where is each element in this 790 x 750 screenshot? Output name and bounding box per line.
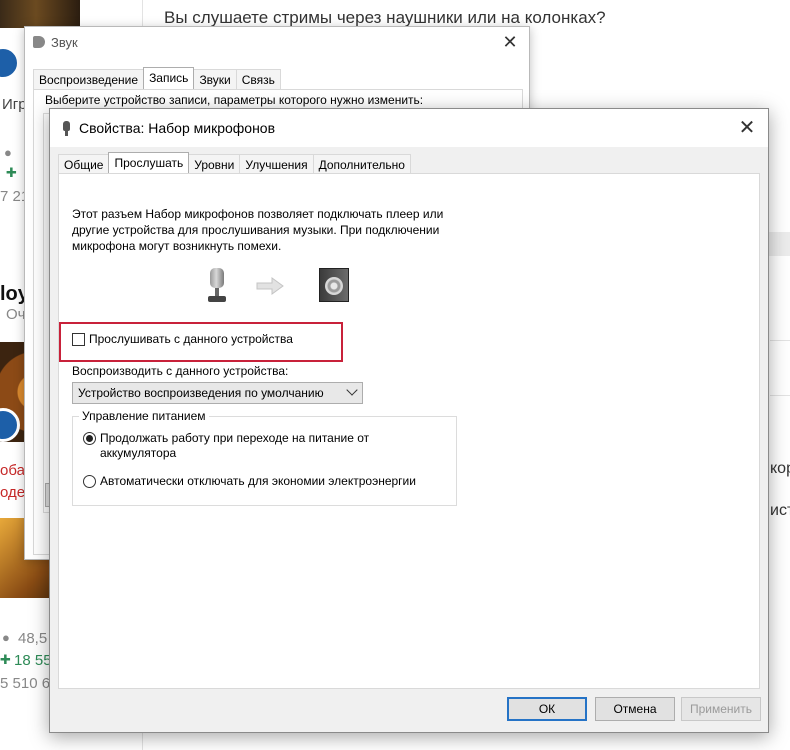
props-titlebar[interactable]: Свойства: Набор микрофонов ✕ <box>50 109 768 147</box>
close-icon[interactable]: ✕ <box>497 29 523 55</box>
listen-checkbox[interactable] <box>72 332 85 346</box>
feed-subtitle: Оч <box>6 306 26 323</box>
recording-hint: Выберите устройство записи, параметры ко… <box>45 93 424 107</box>
speaker-icon <box>33 36 45 48</box>
tab-recording[interactable]: Запись <box>143 67 195 90</box>
power-management-group: Управление питанием Продолжать работу пр… <box>72 409 457 506</box>
power-management-title: Управление питанием <box>79 409 209 423</box>
row-divider <box>770 395 790 396</box>
feed-text: ист <box>770 502 790 519</box>
sound-title: Звук <box>51 34 78 50</box>
stream-thumbnail[interactable] <box>0 0 80 28</box>
radio-button[interactable] <box>83 432 96 445</box>
listen-illustration <box>197 268 357 308</box>
radio-auto-disable[interactable]: Автоматически отключать для экономии эле… <box>83 474 443 489</box>
feed-text: кор <box>770 460 790 477</box>
radio-button[interactable] <box>83 475 96 488</box>
chevron-down-icon <box>346 384 358 396</box>
comment-icon: ● <box>4 145 12 160</box>
feed-text: Игр <box>2 96 27 113</box>
avatar[interactable] <box>0 46 20 80</box>
listen-checkbox-label[interactable]: Прослушивать с данного устройства <box>89 332 293 346</box>
feed-tag[interactable]: оба <box>0 462 25 479</box>
microphone-icon <box>62 120 71 136</box>
playback-device-select[interactable]: Устройство воспроизведения по умолчанию <box>72 382 363 404</box>
comment-count: 48,5 <box>18 630 48 647</box>
microphone-icon <box>207 268 229 304</box>
plus-icon: ✚ <box>6 165 17 180</box>
playback-device-label: Воспроизводить с данного устройства: <box>72 364 289 378</box>
plus-icon: ✚ <box>0 652 11 667</box>
listen-tab-panel: Этот разъем Набор микрофонов позволяет п… <box>58 173 760 689</box>
arrow-right-icon <box>256 277 284 295</box>
close-icon[interactable]: ✕ <box>734 115 760 141</box>
radio-label[interactable]: Продолжать работу при переходе на питани… <box>100 431 423 461</box>
comment-icon: ● <box>2 630 10 645</box>
row-divider <box>770 340 790 341</box>
speaker-icon <box>319 268 349 302</box>
apply-button[interactable]: Применить <box>681 697 761 721</box>
radio-label[interactable]: Автоматически отключать для экономии эле… <box>100 474 416 489</box>
listen-checkbox-row[interactable]: Прослушивать с данного устройства <box>72 332 293 346</box>
tab-listen[interactable]: Прослушать <box>108 152 190 175</box>
forum-question[interactable]: Вы слушаете стримы через наушники или на… <box>164 8 606 28</box>
sound-titlebar[interactable]: Звук ✕ <box>25 27 529 57</box>
microphone-properties-dialog: Свойства: Набор микрофонов ✕ Общие Просл… <box>49 108 769 733</box>
cancel-button[interactable]: Отмена <box>595 697 675 721</box>
ok-button[interactable]: ОК <box>507 697 587 721</box>
playback-device-value: Устройство воспроизведения по умолчанию <box>78 386 324 400</box>
props-title: Свойства: Набор микрофонов <box>79 120 276 136</box>
listen-description: Этот разъем Набор микрофонов позволяет п… <box>72 207 444 253</box>
like-count: 18 55 <box>14 652 52 669</box>
view-count: 5 510 6 <box>0 675 51 692</box>
radio-continue-on-battery[interactable]: Продолжать работу при переходе на питани… <box>83 431 423 461</box>
